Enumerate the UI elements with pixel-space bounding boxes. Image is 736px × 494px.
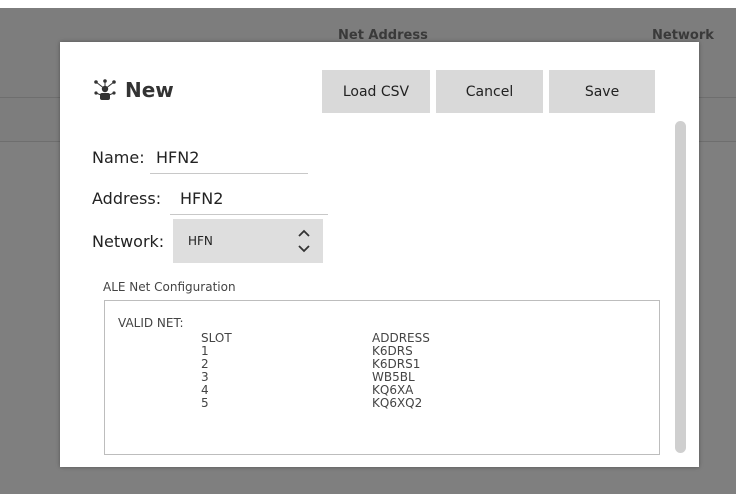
network-select-value: HFN — [188, 234, 213, 248]
scrollbar[interactable] — [675, 121, 686, 453]
new-net-dialog: New Load CSV Cancel Save Name: HFN2 Addr… — [60, 42, 699, 467]
name-label: Name: — [92, 148, 145, 167]
slot-column: SLOT 1 2 3 4 5 — [201, 332, 232, 410]
chevron-up-down-icon — [297, 228, 311, 254]
cancel-button[interactable]: Cancel — [436, 70, 543, 113]
config-section-label: ALE Net Configuration — [103, 280, 236, 294]
name-field[interactable]: HFN2 — [150, 148, 308, 174]
column-header-net-address: Net Address — [338, 28, 428, 43]
top-bar — [0, 0, 736, 8]
dialog-title: New — [125, 78, 174, 102]
network-label: Network: — [92, 232, 165, 251]
network-select[interactable]: HFN — [173, 219, 323, 263]
address-label: Address: — [92, 189, 162, 208]
save-button[interactable]: Save — [549, 70, 655, 113]
load-csv-button[interactable]: Load CSV — [322, 70, 430, 113]
address-column: ADDRESS K6DRS K6DRS1 WB5BL KQ6XA KQ6XQ2 — [372, 332, 430, 410]
address-field[interactable]: HFN2 — [170, 189, 328, 215]
network-nodes-icon — [93, 79, 117, 103]
column-header-network: Network — [652, 28, 714, 43]
config-heading: VALID NET: — [118, 316, 184, 330]
slot-value: 5 — [201, 396, 209, 410]
config-textarea[interactable]: VALID NET: SLOT 1 2 3 4 5 ADDRESS K6DRS … — [104, 300, 660, 455]
address-value: KQ6XQ2 — [372, 396, 423, 410]
